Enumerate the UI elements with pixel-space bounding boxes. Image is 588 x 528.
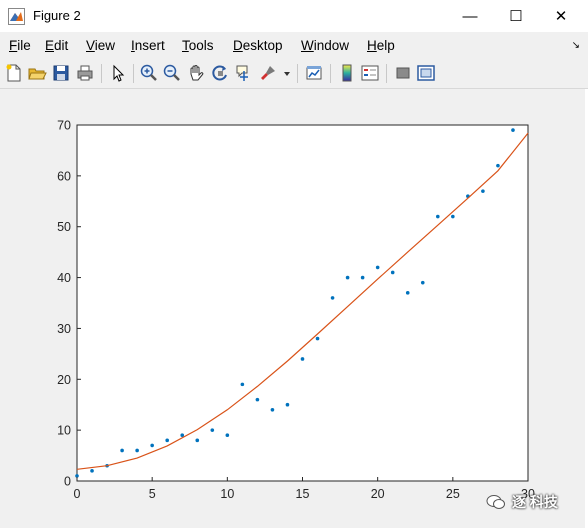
y-tick-label: 60: [57, 169, 71, 183]
maximize-button[interactable]: ☐: [493, 0, 539, 32]
y-tick-label: 0: [64, 475, 71, 489]
menu-edit[interactable]: Edit: [45, 38, 68, 53]
menu-window[interactable]: Window: [301, 38, 349, 53]
brush-dropdown-icon[interactable]: [282, 63, 292, 83]
data-point: [300, 357, 305, 361]
window-title: Figure 2: [33, 8, 81, 23]
x-tick-label: 5: [149, 487, 156, 501]
y-tick-label: 50: [57, 220, 71, 234]
axes-background: [76, 124, 529, 482]
data-point: [225, 433, 230, 438]
menu-tools[interactable]: Tools: [182, 38, 214, 53]
data-point: [511, 128, 515, 132]
data-point: [436, 214, 440, 219]
toolbar-separator: [133, 64, 134, 83]
data-point: [120, 448, 124, 453]
data-point: [375, 265, 380, 270]
y-tick-label: 20: [57, 373, 71, 387]
zoom-in-icon[interactable]: [139, 63, 159, 83]
data-point: [496, 163, 500, 168]
pan-icon[interactable]: [186, 63, 206, 83]
title-bar: Figure 2 — ☐ ✕: [0, 0, 588, 32]
toolbar-separator: [330, 64, 331, 83]
data-point: [165, 438, 169, 443]
x-tick-label: 25: [446, 487, 460, 501]
data-point: [270, 408, 275, 412]
toolbar: [0, 58, 588, 89]
brush-icon[interactable]: [258, 63, 278, 83]
toolbar-separator: [101, 64, 102, 83]
data-point: [420, 280, 425, 285]
link-plot-icon[interactable]: [304, 63, 324, 83]
data-point: [390, 270, 395, 275]
data-point: [405, 291, 410, 295]
save-icon[interactable]: [51, 63, 71, 83]
data-point: [345, 275, 350, 280]
menu-desktop[interactable]: Desktop: [233, 38, 283, 53]
rotate-3d-icon[interactable]: [210, 63, 230, 83]
menu-file[interactable]: File: [9, 38, 31, 53]
toolbar-separator: [297, 64, 298, 83]
y-tick-label: 70: [57, 119, 71, 133]
toolbar-separator: [386, 64, 387, 83]
data-point: [240, 382, 245, 387]
legend-icon[interactable]: [360, 63, 380, 83]
menu-view[interactable]: View: [86, 38, 115, 53]
y-tick-label: 30: [57, 322, 71, 336]
data-cursor-icon[interactable]: [234, 63, 254, 83]
show-plot-tools-icon[interactable]: [416, 63, 436, 83]
data-point: [330, 296, 335, 300]
watermark-text: 逐 科技: [512, 494, 558, 510]
data-point: [315, 336, 320, 341]
open-icon[interactable]: [27, 63, 47, 83]
data-point: [195, 438, 200, 443]
data-point: [285, 402, 290, 407]
x-tick-label: 10: [220, 487, 234, 501]
x-tick-label: 0: [74, 487, 81, 501]
close-button[interactable]: ✕: [538, 0, 584, 32]
new-figure-icon[interactable]: [4, 63, 24, 83]
data-point: [150, 443, 154, 448]
minimize-button[interactable]: —: [447, 0, 493, 32]
y-tick-label: 40: [57, 271, 71, 285]
hide-plot-tools-icon[interactable]: [393, 63, 413, 83]
data-point: [135, 448, 139, 453]
menu-bar: File Edit View Insert Tools Desktop Wind…: [0, 32, 588, 58]
colorbar-icon[interactable]: [337, 63, 357, 83]
scatter-plot: 0 5 10 15 20 25 30010203040506070: [57, 119, 535, 502]
menu-help[interactable]: Help: [367, 38, 395, 53]
data-point: [90, 469, 94, 473]
zoom-out-icon[interactable]: [162, 63, 182, 83]
data-point: [481, 189, 485, 193]
data-point: [451, 214, 455, 219]
wechat-logo-icon: [486, 495, 505, 509]
print-icon[interactable]: [75, 63, 95, 83]
menu-insert[interactable]: Insert: [131, 38, 165, 53]
data-point: [360, 275, 365, 280]
dock-arrow-icon[interactable]: ↘: [572, 40, 580, 51]
matlab-icon: [8, 8, 25, 25]
data-point: [210, 428, 215, 432]
x-tick-label: 15: [296, 487, 310, 501]
x-tick-label: 20: [371, 487, 385, 501]
y-tick-label: 10: [57, 424, 71, 438]
data-point: [255, 397, 260, 402]
pointer-icon[interactable]: [108, 63, 128, 83]
